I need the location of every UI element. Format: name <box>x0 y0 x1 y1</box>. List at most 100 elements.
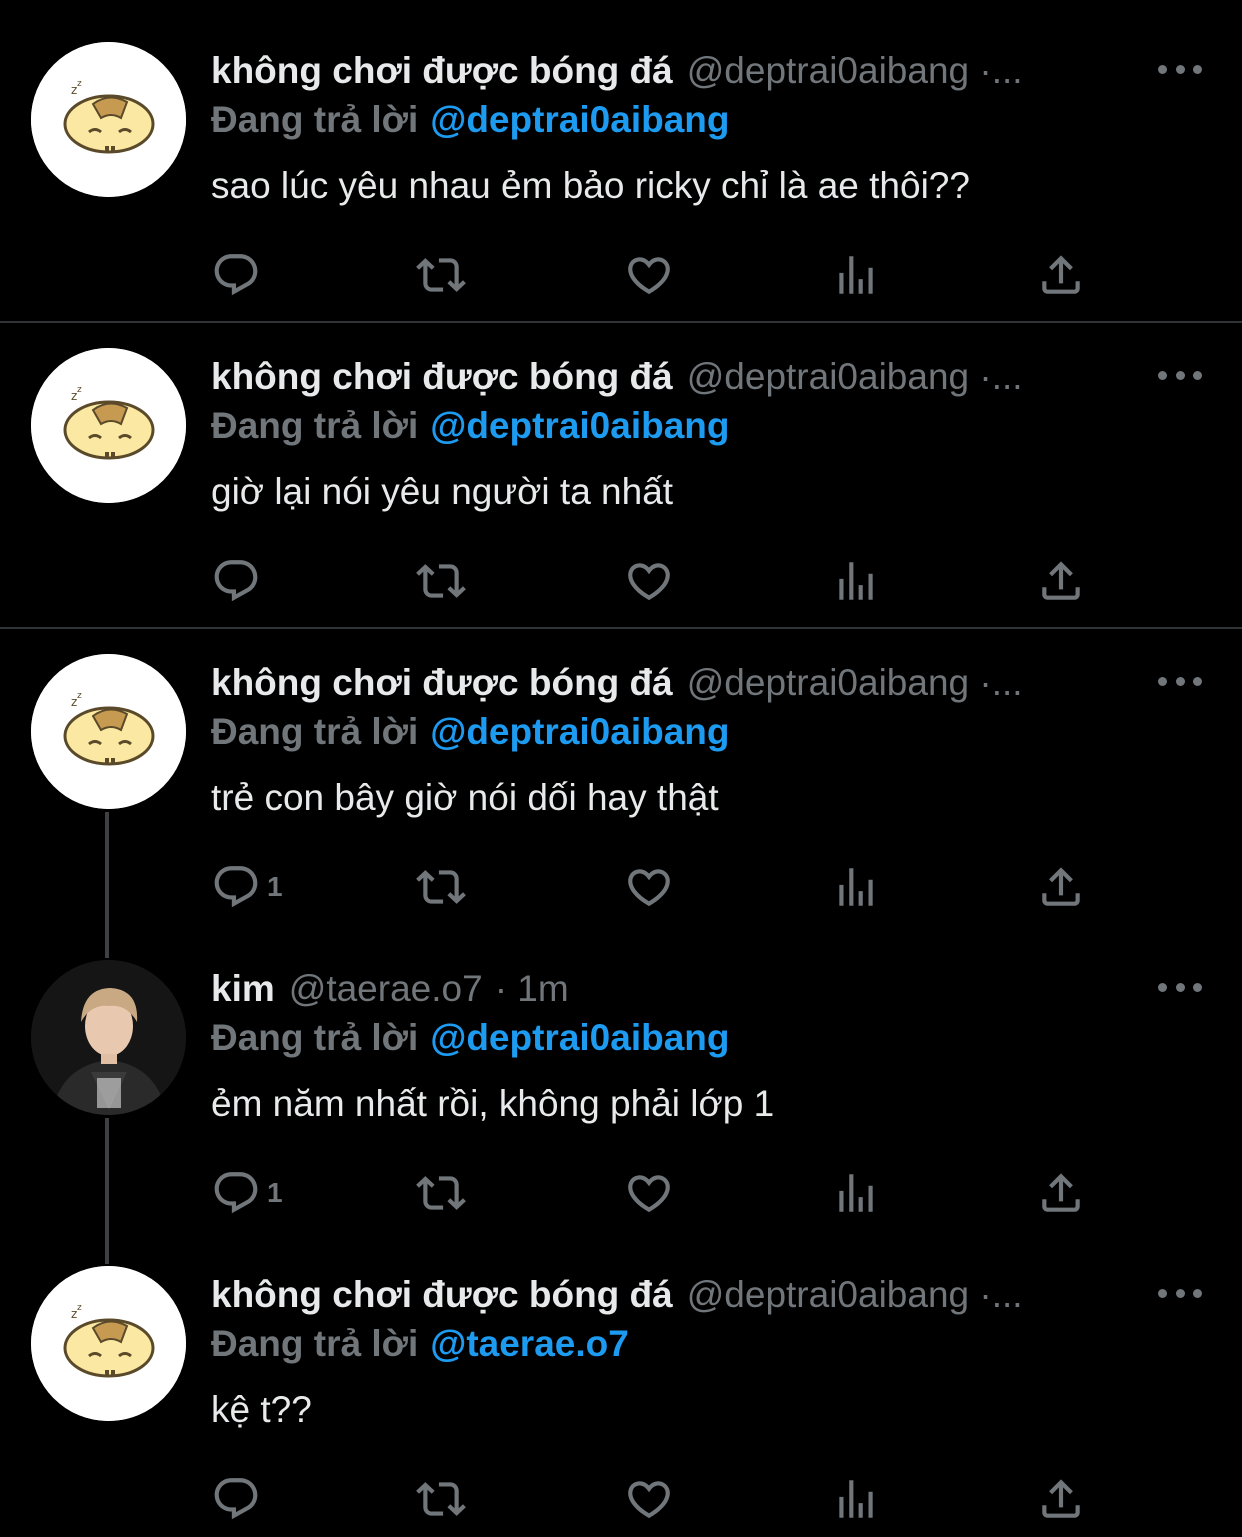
share-button[interactable] <box>1036 245 1086 305</box>
retweet-icon <box>416 870 466 904</box>
retweet-icon <box>416 258 466 292</box>
replying-to: Đang trả lời @deptrai0aibang <box>211 709 730 755</box>
hamster-avatar-icon: z z <box>31 1266 186 1421</box>
tweet-timestamp[interactable]: · 1m <box>495 968 569 1010</box>
share-icon <box>1042 561 1080 600</box>
retweet-button[interactable] <box>416 857 466 917</box>
like-button[interactable] <box>624 245 674 305</box>
tweet-header: không chơi được bóng đá @deptrai0aibang … <box>211 351 1023 403</box>
more-icon[interactable] <box>1158 973 1202 1001</box>
reply-button[interactable]: 1 <box>211 1163 283 1223</box>
retweet-icon <box>416 1176 466 1210</box>
retweet-button[interactable] <box>416 1469 466 1529</box>
tweet-actions <box>211 551 1091 611</box>
display-name[interactable]: không chơi được bóng đá <box>211 356 673 398</box>
replying-to: Đang trả lời @deptrai0aibang <box>211 97 730 143</box>
replying-to-label: Đang trả lời <box>211 1323 419 1364</box>
tweet[interactable]: z z không chơi được bóng đá @deptrai0aib… <box>0 654 1242 947</box>
person-avatar-icon <box>31 960 186 1115</box>
share-button[interactable] <box>1036 857 1086 917</box>
tweet[interactable]: z z không chơi được bóng đá @deptrai0aib… <box>0 1266 1242 1537</box>
share-icon <box>1042 255 1080 294</box>
like-icon <box>628 563 670 601</box>
tweet[interactable]: z z không chơi được bóng đá @deptrai0aib… <box>0 42 1242 321</box>
views-button[interactable] <box>831 857 881 917</box>
like-icon <box>628 1175 670 1213</box>
display-name[interactable]: không chơi được bóng đá <box>211 662 673 704</box>
reply-icon <box>214 254 258 296</box>
user-handle[interactable]: @deptrai0aibang ·... <box>687 662 1023 704</box>
like-button[interactable] <box>624 1163 674 1223</box>
reply-mention-link[interactable]: @deptrai0aibang <box>430 99 729 141</box>
svg-text:z: z <box>77 1303 82 1313</box>
tweet-divider <box>0 321 1242 323</box>
share-button[interactable] <box>1036 551 1086 611</box>
retweet-icon <box>416 564 466 598</box>
views-icon <box>839 256 873 294</box>
replying-to-label: Đang trả lời <box>211 711 419 752</box>
replying-to-label: Đang trả lời <box>211 1017 419 1058</box>
views-button[interactable] <box>831 1163 881 1223</box>
tweet-header: không chơi được bóng đá @deptrai0aibang … <box>211 657 1023 709</box>
reply-button[interactable] <box>211 245 267 305</box>
svg-text:z: z <box>77 79 82 89</box>
share-button[interactable] <box>1036 1469 1086 1529</box>
avatar-hamster[interactable]: z z <box>31 1266 186 1421</box>
reply-icon <box>214 560 258 602</box>
like-button[interactable] <box>624 1469 674 1529</box>
reply-mention-link[interactable]: @taerae.o7 <box>430 1323 629 1365</box>
more-icon[interactable] <box>1158 55 1202 83</box>
views-icon <box>839 1480 873 1518</box>
tweet[interactable]: kim @taerae.o7 · 1m Đang trả lời @deptra… <box>0 960 1242 1253</box>
reply-icon <box>214 1172 258 1214</box>
like-icon <box>628 257 670 295</box>
avatar-hamster[interactable]: z z <box>31 654 186 809</box>
hamster-avatar-icon: z z <box>31 42 186 197</box>
user-handle[interactable]: @deptrai0aibang ·... <box>687 50 1023 92</box>
more-icon[interactable] <box>1158 1279 1202 1307</box>
more-icon[interactable] <box>1158 361 1202 389</box>
tweet-text: giờ lại nói yêu người ta nhất <box>211 471 674 512</box>
display-name[interactable]: không chơi được bóng đá <box>211 1274 673 1316</box>
more-icon[interactable] <box>1158 667 1202 695</box>
reply-mention-link[interactable]: @deptrai0aibang <box>430 405 729 447</box>
replying-to: Đang trả lời @taerae.o7 <box>211 1321 629 1367</box>
retweet-button[interactable] <box>416 1163 466 1223</box>
tweet-actions: 1 <box>211 1163 1091 1223</box>
user-handle[interactable]: @taerae.o7 <box>289 968 483 1010</box>
views-button[interactable] <box>831 245 881 305</box>
hamster-avatar-icon: z z <box>31 348 186 503</box>
avatar-hamster[interactable]: z z <box>31 348 186 503</box>
reply-button[interactable] <box>211 1469 267 1529</box>
avatar-hamster[interactable]: z z <box>31 42 186 197</box>
retweet-button[interactable] <box>416 551 466 611</box>
tweet-divider <box>0 627 1242 629</box>
tweet[interactable]: z z không chơi được bóng đá @deptrai0aib… <box>0 348 1242 627</box>
svg-text:z: z <box>77 691 82 701</box>
retweet-button[interactable] <box>416 245 466 305</box>
like-button[interactable] <box>624 857 674 917</box>
views-button[interactable] <box>831 551 881 611</box>
replying-to: Đang trả lời @deptrai0aibang <box>211 1015 730 1061</box>
svg-text:z: z <box>77 385 82 395</box>
reply-button[interactable]: 1 <box>211 857 283 917</box>
tweet-text: kệ t?? <box>211 1389 312 1430</box>
like-icon <box>628 869 670 907</box>
like-button[interactable] <box>624 551 674 611</box>
tweet-header: không chơi được bóng đá @deptrai0aibang … <box>211 45 1023 97</box>
reply-mention-link[interactable]: @deptrai0aibang <box>430 711 729 753</box>
reply-mention-link[interactable]: @deptrai0aibang <box>430 1017 729 1059</box>
share-button[interactable] <box>1036 1163 1086 1223</box>
user-handle[interactable]: @deptrai0aibang ·... <box>687 1274 1023 1316</box>
retweet-icon <box>416 1482 466 1516</box>
avatar-kim[interactable] <box>31 960 186 1115</box>
share-icon <box>1042 1173 1080 1212</box>
display-name[interactable]: kim <box>211 968 275 1010</box>
views-button[interactable] <box>831 1469 881 1529</box>
display-name[interactable]: không chơi được bóng đá <box>211 50 673 92</box>
tweet-actions <box>211 1469 1091 1529</box>
views-icon <box>839 562 873 600</box>
views-icon <box>839 868 873 906</box>
user-handle[interactable]: @deptrai0aibang ·... <box>687 356 1023 398</box>
reply-button[interactable] <box>211 551 267 611</box>
